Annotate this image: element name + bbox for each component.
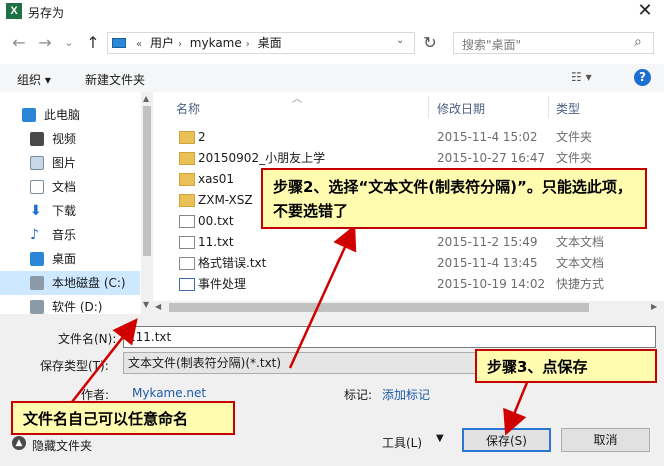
sidebar-item-this-pc[interactable]: 此电脑 <box>0 103 140 127</box>
forward-arrow-icon[interactable]: → <box>36 34 54 52</box>
file-row[interactable]: 20150902_小朋友上学 2015-10-27 16:47 文件夹 <box>165 148 648 169</box>
excel-app-icon: X <box>6 3 22 19</box>
text-file-icon <box>179 236 195 249</box>
window-title: 另存为 <box>28 6 65 20</box>
close-icon[interactable]: ✕ <box>626 0 664 22</box>
sidebar-item-local-disk-c[interactable]: 本地磁盘 (C:) <box>0 271 140 295</box>
search-input[interactable]: 搜索"桌面" <box>462 36 521 53</box>
sidebar-item-label: 此电脑 <box>44 108 81 122</box>
desktop-icon <box>30 252 44 266</box>
savetype-value: 文本文件(制表符分隔)(*.txt) <box>128 356 282 370</box>
column-divider[interactable] <box>548 96 549 118</box>
column-divider[interactable] <box>428 96 429 118</box>
help-icon[interactable]: ? <box>634 69 651 86</box>
breadcrumb-mykame[interactable]: mykame <box>190 36 242 50</box>
scroll-thumb[interactable] <box>169 303 589 312</box>
column-header-name[interactable]: 名称 <box>176 100 200 117</box>
back-arrow-icon[interactable]: ← <box>10 34 28 52</box>
organize-menu-button[interactable]: 组织 ▾ <box>17 71 51 88</box>
video-icon <box>30 132 44 146</box>
filename-tip-callout: 文件名自己可以任意命名 <box>11 401 235 435</box>
sidebar-item-desktop[interactable]: 桌面 <box>0 247 140 271</box>
file-row[interactable]: 格式错误.txt 2015-11-4 13:45 文本文档 <box>165 253 648 274</box>
step3-callout: 步骤3、点保存 <box>475 349 657 383</box>
sidebar-item-downloads[interactable]: ⬇ 下载 <box>0 199 140 223</box>
view-options-icon[interactable]: ☷ ▾ <box>571 70 592 84</box>
sidebar-item-label: 文档 <box>52 180 77 194</box>
sidebar-item-label: 下载 <box>52 204 77 218</box>
navigation-pane: 此电脑 视频 图片 文档 ⬇ 下载 ♪ 音乐 桌面 本地磁盘 (C:) 软件 (D:… <box>0 92 153 314</box>
recent-locations-icon[interactable]: ⌄ <box>60 34 78 52</box>
new-folder-button[interactable]: 新建文件夹 <box>85 71 145 88</box>
document-icon <box>30 180 44 194</box>
collapse-chevron-icon[interactable]: ▲ <box>12 436 26 450</box>
text-file-icon <box>179 215 195 228</box>
tools-dropdown-icon[interactable]: ▼ <box>436 433 444 444</box>
scroll-left-icon[interactable]: ◀ <box>155 302 161 311</box>
save-button[interactable]: 保存(S) <box>462 428 551 452</box>
drive-icon <box>30 276 44 290</box>
sidebar-item-label: 本地磁盘 (C:) <box>52 276 126 290</box>
music-icon: ♪ <box>30 227 39 243</box>
search-icon[interactable]: ⌕ <box>634 34 642 50</box>
sidebar-scrollbar[interactable]: ▲ ▼ <box>141 92 153 314</box>
file-row[interactable]: 2 2015-11-4 15:02 文件夹 <box>165 127 648 148</box>
scroll-up-icon[interactable]: ▲ <box>143 94 149 103</box>
sidebar-item-label: 软件 (D:) <box>52 300 103 314</box>
scroll-thumb[interactable] <box>143 106 151 256</box>
sort-ascending-icon: ︿ <box>292 94 302 105</box>
download-icon: ⬇ <box>30 203 42 219</box>
author-value-link[interactable]: Mykame.net <box>132 386 206 400</box>
folder-icon <box>179 152 195 165</box>
sidebar-item-label: 桌面 <box>52 252 77 266</box>
hide-folders-button[interactable]: 隐藏文件夹 <box>32 437 92 454</box>
folder-icon <box>179 173 195 186</box>
savetype-label: 保存类型(T): <box>40 359 109 373</box>
text-file-icon <box>179 257 195 270</box>
shortcut-icon <box>179 278 195 291</box>
column-header-date[interactable]: 修改日期 <box>437 100 485 117</box>
filename-label: 文件名(N): <box>58 332 117 346</box>
title-bar: X 另存为 ✕ <box>0 0 664 24</box>
file-list-scrollbar[interactable]: ◀ ▶ <box>153 301 664 314</box>
scroll-down-icon[interactable]: ▼ <box>143 300 149 309</box>
sidebar-item-pictures[interactable]: 图片 <box>0 151 140 175</box>
drive-icon <box>30 300 44 314</box>
add-tags-link[interactable]: 添加标记 <box>382 386 430 403</box>
scroll-right-icon[interactable]: ▶ <box>651 302 657 311</box>
search-box[interactable]: 搜索"桌面" ⌕ <box>453 32 654 54</box>
file-row[interactable]: 事件处理 2015-10-19 14:02 快捷方式 <box>165 274 648 295</box>
sidebar-item-label: 音乐 <box>52 228 77 242</box>
cancel-button[interactable]: 取消 <box>561 428 650 452</box>
tools-menu-button[interactable]: 工具(L) <box>382 434 422 451</box>
picture-icon <box>30 156 44 170</box>
address-bar[interactable]: « 用户 › mykame › 桌面 ⌄ <box>107 32 415 54</box>
column-header-type[interactable]: 类型 <box>556 100 580 117</box>
address-dropdown-icon[interactable]: ⌄ <box>396 35 404 46</box>
computer-icon <box>22 108 36 122</box>
breadcrumb-desktop[interactable]: 桌面 <box>258 36 282 50</box>
tags-label: 标记: <box>344 388 373 402</box>
refresh-icon[interactable]: ↻ <box>421 34 439 52</box>
sidebar-item-music[interactable]: ♪ 音乐 <box>0 223 140 247</box>
sidebar-item-label: 视频 <box>52 132 77 146</box>
monitor-icon <box>112 38 126 48</box>
file-row[interactable]: 11.txt 2015-11-2 15:49 文本文档 <box>165 232 648 253</box>
breadcrumb-users[interactable]: 用户 <box>150 36 174 50</box>
folder-icon <box>179 194 195 207</box>
folder-icon <box>179 131 195 144</box>
sidebar-item-documents[interactable]: 文档 <box>0 175 140 199</box>
up-arrow-icon[interactable]: ↑ <box>84 34 102 52</box>
step2-callout: 步骤2、选择“文本文件(制表符分隔)”。只能选此项，不要选错了 <box>261 168 647 229</box>
command-bar: 组织 ▾ 新建文件夹 ☷ ▾ ? <box>0 64 664 92</box>
sidebar-item-videos[interactable]: 视频 <box>0 127 140 151</box>
sidebar-item-label: 图片 <box>52 156 77 170</box>
filename-input[interactable]: 111.txt <box>123 326 656 348</box>
overflow-chevron-icon[interactable]: « <box>136 39 142 50</box>
